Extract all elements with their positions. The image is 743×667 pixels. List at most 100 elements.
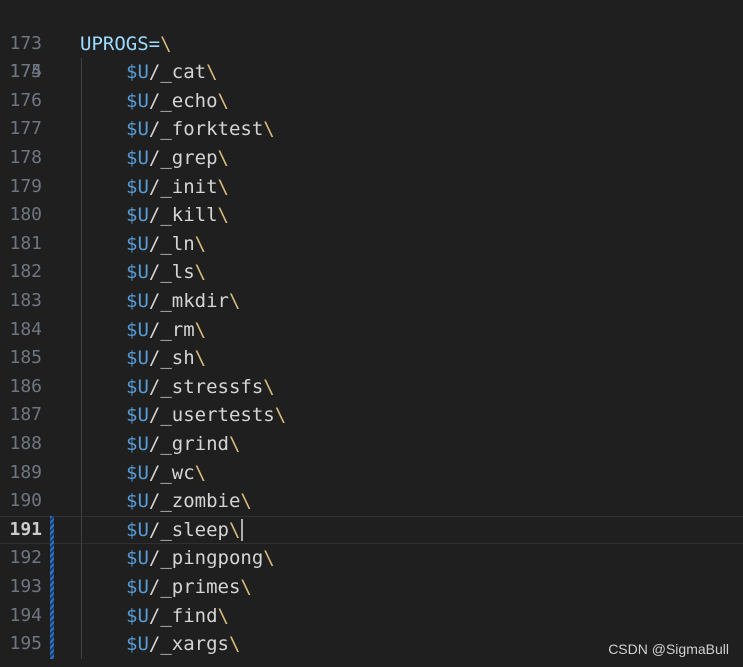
- code-text: $U/_wc\: [126, 459, 206, 488]
- code-text: $U/_sh\: [126, 344, 206, 373]
- editor-line[interactable]: 180 $U/_kill\: [0, 201, 743, 230]
- code-text: $U/_rm\: [126, 316, 206, 345]
- editor-line[interactable]: 179 $U/_init\: [0, 172, 743, 202]
- indent-guide: [81, 86, 82, 116]
- editor-line[interactable]: 185 $U/_sh\: [0, 344, 743, 373]
- line-number: 176: [9, 89, 42, 111]
- make-variable: $U: [126, 89, 149, 112]
- modified-line-marker: [50, 601, 54, 631]
- make-variable: $U: [126, 118, 149, 141]
- code-text: $U/_grep\: [126, 144, 229, 173]
- line-continuation: \: [240, 576, 252, 598]
- line-number: 192: [9, 547, 42, 569]
- make-variable: $U: [126, 375, 149, 398]
- line-continuation: \: [194, 318, 207, 341]
- editor-line[interactable]: 182 $U/_ls\: [0, 258, 743, 287]
- editor-line[interactable]: 191 $U/_sleep\: [0, 515, 743, 545]
- indent-guide: [81, 344, 82, 373]
- make-variable: $U: [126, 204, 149, 227]
- line-number: 180: [9, 204, 42, 226]
- make-variable: $U: [126, 576, 149, 598]
- line-continuation: \: [228, 633, 241, 656]
- editor-line[interactable]: 193 $U/_primes\: [0, 573, 743, 602]
- line-number: 179: [9, 175, 42, 197]
- make-variable: $U: [126, 175, 149, 198]
- line-continuation: \: [263, 118, 275, 141]
- line-number: 186: [9, 375, 42, 397]
- line-continuation: \: [194, 232, 207, 255]
- make-variable: $U: [126, 433, 149, 455]
- program-path: /_mkdir: [148, 290, 229, 312]
- code-text: $U/_xargs\: [126, 630, 240, 659]
- editor-line[interactable]: 174 UPROGS=\: [0, 30, 743, 83]
- indent-guide: [81, 58, 82, 87]
- editor-line[interactable]: 190 $U/_zombie\: [0, 487, 743, 516]
- line-number: 187: [9, 404, 42, 426]
- make-variable: $U: [126, 633, 149, 656]
- program-path: /_usertests: [148, 404, 275, 427]
- program-path: /_wc: [148, 461, 195, 484]
- line-continuation: \: [263, 547, 275, 570]
- line-continuation: \: [263, 375, 275, 398]
- editor-line[interactable]: 175 $U/_cat\: [0, 58, 743, 87]
- code-text: $U/_pingpong\: [126, 544, 275, 573]
- line-continuation: \: [217, 89, 229, 112]
- indent-guide: [81, 172, 82, 202]
- line-number: 190: [9, 490, 42, 512]
- editor-line[interactable]: 188 $U/_grind\: [0, 430, 743, 459]
- make-variable: $U: [126, 61, 149, 84]
- line-continuation: \: [194, 261, 207, 284]
- make-variable: $U: [126, 232, 149, 255]
- code-text: $U/_ln\: [126, 230, 206, 259]
- code-text: $U/_echo\: [126, 87, 229, 116]
- make-variable: $U: [126, 147, 149, 169]
- code-text: $U/_sleep\: [126, 516, 244, 545]
- editor-line[interactable]: 173: [0, 1, 743, 54]
- line-number: 183: [9, 290, 42, 311]
- line-continuation: \: [240, 490, 252, 513]
- editor-line[interactable]: 186 $U/_stressfs\: [0, 372, 743, 402]
- indent-guide: [81, 430, 82, 459]
- code-text: $U/_primes\: [126, 573, 252, 602]
- line-number: 181: [9, 232, 42, 254]
- editor-line[interactable]: 177 $U/_forktest\: [0, 115, 743, 144]
- indent-guide: [81, 115, 82, 144]
- editor-line[interactable]: 187 $U/_usertests\: [0, 401, 743, 430]
- indent-guide: [81, 544, 82, 573]
- modified-line-marker: [50, 544, 54, 573]
- make-variable: $U: [126, 404, 149, 427]
- program-path: /_echo: [148, 89, 218, 112]
- uprogs-variable: UPROGS=: [80, 32, 161, 55]
- indent-guide: [81, 601, 82, 631]
- editor-line[interactable]: 183 $U/_mkdir\: [0, 287, 743, 316]
- program-path: /_grind: [148, 433, 229, 455]
- make-variable: $U: [126, 261, 149, 284]
- line-continuation: \: [228, 433, 241, 455]
- program-path: /_kill: [148, 204, 218, 227]
- line-continuation: \: [206, 61, 218, 84]
- code-editor[interactable]: 173 174 UPROGS=\ 175 $U/_cat\ 176 $U/_echo\…: [0, 0, 743, 667]
- editor-line[interactable]: 184 $U/_rm\: [0, 315, 743, 345]
- editor-line[interactable]: 194 $U/_find\: [0, 601, 743, 631]
- code-text: $U/_usertests\: [126, 401, 286, 430]
- program-path: /_forktest: [148, 118, 264, 141]
- indent-guide: [81, 401, 82, 430]
- code-text: $U/_zombie\: [126, 487, 252, 516]
- editor-line[interactable]: 192 $U/_pingpong\: [0, 544, 743, 573]
- line-continuation: \: [274, 404, 287, 427]
- line-number: 178: [9, 147, 42, 168]
- editor-line[interactable]: 178 $U/_grep\: [0, 144, 743, 173]
- program-path: /_rm: [148, 318, 195, 341]
- line-number: 194: [9, 604, 42, 626]
- make-variable: $U: [126, 347, 149, 370]
- line-number: 184: [9, 318, 42, 340]
- code-text: $U/_cat\: [126, 58, 218, 87]
- editor-line[interactable]: 189 $U/_wc\: [0, 458, 743, 488]
- make-variable: $U: [126, 547, 149, 570]
- code-text: $U/_kill\: [126, 201, 229, 230]
- modified-line-marker: [50, 573, 54, 602]
- watermark: CSDN @SigmaBull: [608, 641, 729, 657]
- make-variable: $U: [126, 290, 149, 312]
- editor-line[interactable]: 181 $U/_ln\: [0, 229, 743, 259]
- editor-line[interactable]: 176 $U/_echo\: [0, 86, 743, 116]
